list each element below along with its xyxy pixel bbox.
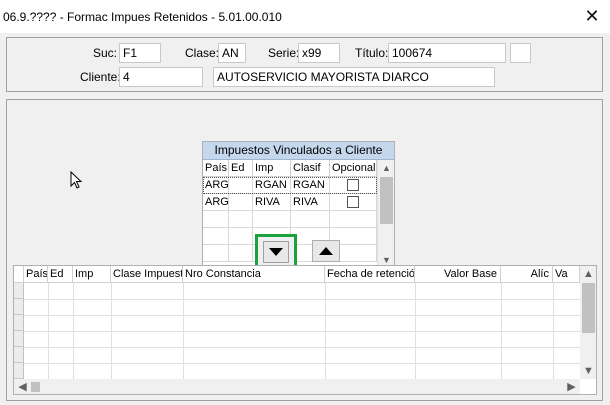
col-header-valor-base[interactable]: Valor Base — [415, 266, 501, 283]
cell-ed[interactable] — [229, 194, 253, 211]
empty-cell[interactable] — [229, 211, 253, 228]
opcional-checkbox[interactable] — [347, 179, 359, 191]
cell-ed[interactable] — [229, 177, 253, 194]
empty-cell[interactable] — [330, 211, 377, 228]
cell-imp[interactable]: RGAN — [253, 177, 291, 194]
client-area: Suc: F1 Clase: AN Serie: x99 Título: 100… — [0, 33, 610, 405]
grid-col-line — [183, 283, 184, 379]
linked-taxes-title: Impuestos Vinculados a Cliente — [203, 142, 394, 160]
empty-cell[interactable] — [203, 245, 229, 262]
cell-clasif[interactable]: RGAN — [291, 177, 330, 194]
row-selector[interactable] — [14, 315, 24, 331]
suc-field[interactable]: F1 — [119, 43, 161, 63]
col-header-fecha-retencion[interactable]: Fecha de retenciór — [325, 266, 415, 283]
col-header-pais[interactable]: País — [203, 160, 229, 177]
col-header-imp[interactable]: Imp — [253, 160, 291, 177]
triangle-up-icon — [319, 247, 333, 255]
grid-col-line — [501, 283, 502, 379]
move-down-button[interactable] — [263, 241, 289, 263]
grid-col-line — [73, 283, 74, 379]
scroll-up-icon[interactable]: ▲ — [378, 160, 395, 176]
title-bar: 06.9.???? - Formac Impues Retenidos - 5.… — [0, 0, 610, 33]
retained-grid-hscrollbar[interactable]: ◀ ▶ — [14, 379, 580, 394]
col-header-ed[interactable]: Ed — [229, 160, 253, 177]
row-selector[interactable] — [14, 299, 24, 315]
col-header-pais[interactable]: País — [24, 266, 48, 283]
empty-cell[interactable] — [229, 228, 253, 245]
empty-cell[interactable] — [229, 245, 253, 262]
grid-row-line — [24, 347, 580, 348]
suc-label: Suc: — [93, 46, 118, 60]
scrollbar-thumb[interactable] — [31, 382, 40, 392]
grid-col-line — [48, 283, 49, 379]
titulo-label: Título: — [355, 46, 389, 60]
empty-cell[interactable] — [203, 211, 229, 228]
cliente-label: Cliente: — [80, 70, 121, 84]
retained-taxes-grid[interactable]: País Ed Imp Clase Impuest Nro Constancia… — [13, 265, 597, 395]
linked-taxes-grid[interactable]: Impuestos Vinculados a Cliente País Ed I… — [202, 141, 395, 269]
grid-col-line — [325, 283, 326, 379]
scroll-right-icon[interactable]: ▶ — [563, 379, 580, 394]
serie-field[interactable]: x99 — [298, 43, 340, 63]
clase-field[interactable]: AN — [218, 43, 246, 63]
scrollbar-thumb[interactable] — [582, 283, 595, 333]
col-header-opcional[interactable]: Opcional — [330, 160, 377, 177]
empty-cell[interactable] — [203, 228, 229, 245]
grid-row-line — [24, 331, 580, 332]
row-selector[interactable] — [14, 363, 24, 379]
cell-pais[interactable]: ARG — [203, 177, 229, 194]
cliente-name-field: AUTOSERVICIO MAYORISTA DIARCO — [213, 67, 495, 87]
empty-cell[interactable] — [253, 211, 291, 228]
retained-grid-vscrollbar[interactable]: ▲ ▼ — [580, 266, 596, 379]
row-selector[interactable] — [14, 347, 24, 363]
window-title: 06.9.???? - Formac Impues Retenidos - 5.… — [3, 10, 282, 24]
serie-label: Serie: — [268, 46, 300, 60]
scroll-left-icon[interactable]: ◀ — [14, 379, 31, 394]
main-panel: Impuestos Vinculados a Cliente País Ed I… — [6, 99, 603, 401]
scrollbar-thumb[interactable] — [380, 177, 393, 224]
linked-grid-scrollbar[interactable]: ▲ ▼ — [377, 160, 394, 268]
col-header-valor[interactable]: Va — [553, 266, 580, 283]
move-up-button[interactable] — [312, 240, 340, 262]
row-selector[interactable] — [14, 331, 24, 347]
close-icon[interactable]: ✕ — [580, 5, 604, 27]
grid-row-line — [24, 363, 580, 364]
grid-row-line — [24, 315, 580, 316]
empty-cell[interactable] — [291, 211, 330, 228]
col-header-nro-constancia[interactable]: Nro Constancia — [183, 266, 325, 283]
grid-col-line — [415, 283, 416, 379]
col-header-clasif[interactable]: Clasif — [291, 160, 330, 177]
mouse-pointer-icon — [70, 171, 83, 189]
cell-imp[interactable]: RIVA — [253, 194, 291, 211]
col-header-alicuota[interactable]: Alíc — [501, 266, 553, 283]
cliente-code-field[interactable]: 4 — [119, 67, 203, 87]
opcional-checkbox[interactable] — [347, 196, 359, 208]
col-header-imp[interactable]: Imp — [73, 266, 111, 283]
titulo-field[interactable]: 100674 — [388, 43, 506, 63]
scroll-up-icon[interactable]: ▲ — [580, 266, 596, 282]
titulo-extra-field[interactable] — [510, 43, 531, 63]
scroll-down-icon[interactable]: ▼ — [580, 363, 596, 379]
header-panel: Suc: F1 Clase: AN Serie: x99 Título: 100… — [6, 37, 603, 92]
col-header-clase-impuesto[interactable]: Clase Impuest — [111, 266, 183, 283]
row-header-corner — [14, 266, 24, 283]
cell-pais[interactable]: ARG — [203, 194, 229, 211]
clase-label: Clase: — [185, 46, 220, 60]
grid-row-line — [24, 299, 580, 300]
grid-col-line — [111, 283, 112, 379]
cell-clasif[interactable]: RIVA — [291, 194, 330, 211]
grid-col-line — [553, 283, 554, 379]
triangle-down-icon — [269, 248, 283, 256]
col-header-ed[interactable]: Ed — [48, 266, 73, 283]
row-selector[interactable] — [14, 283, 24, 299]
